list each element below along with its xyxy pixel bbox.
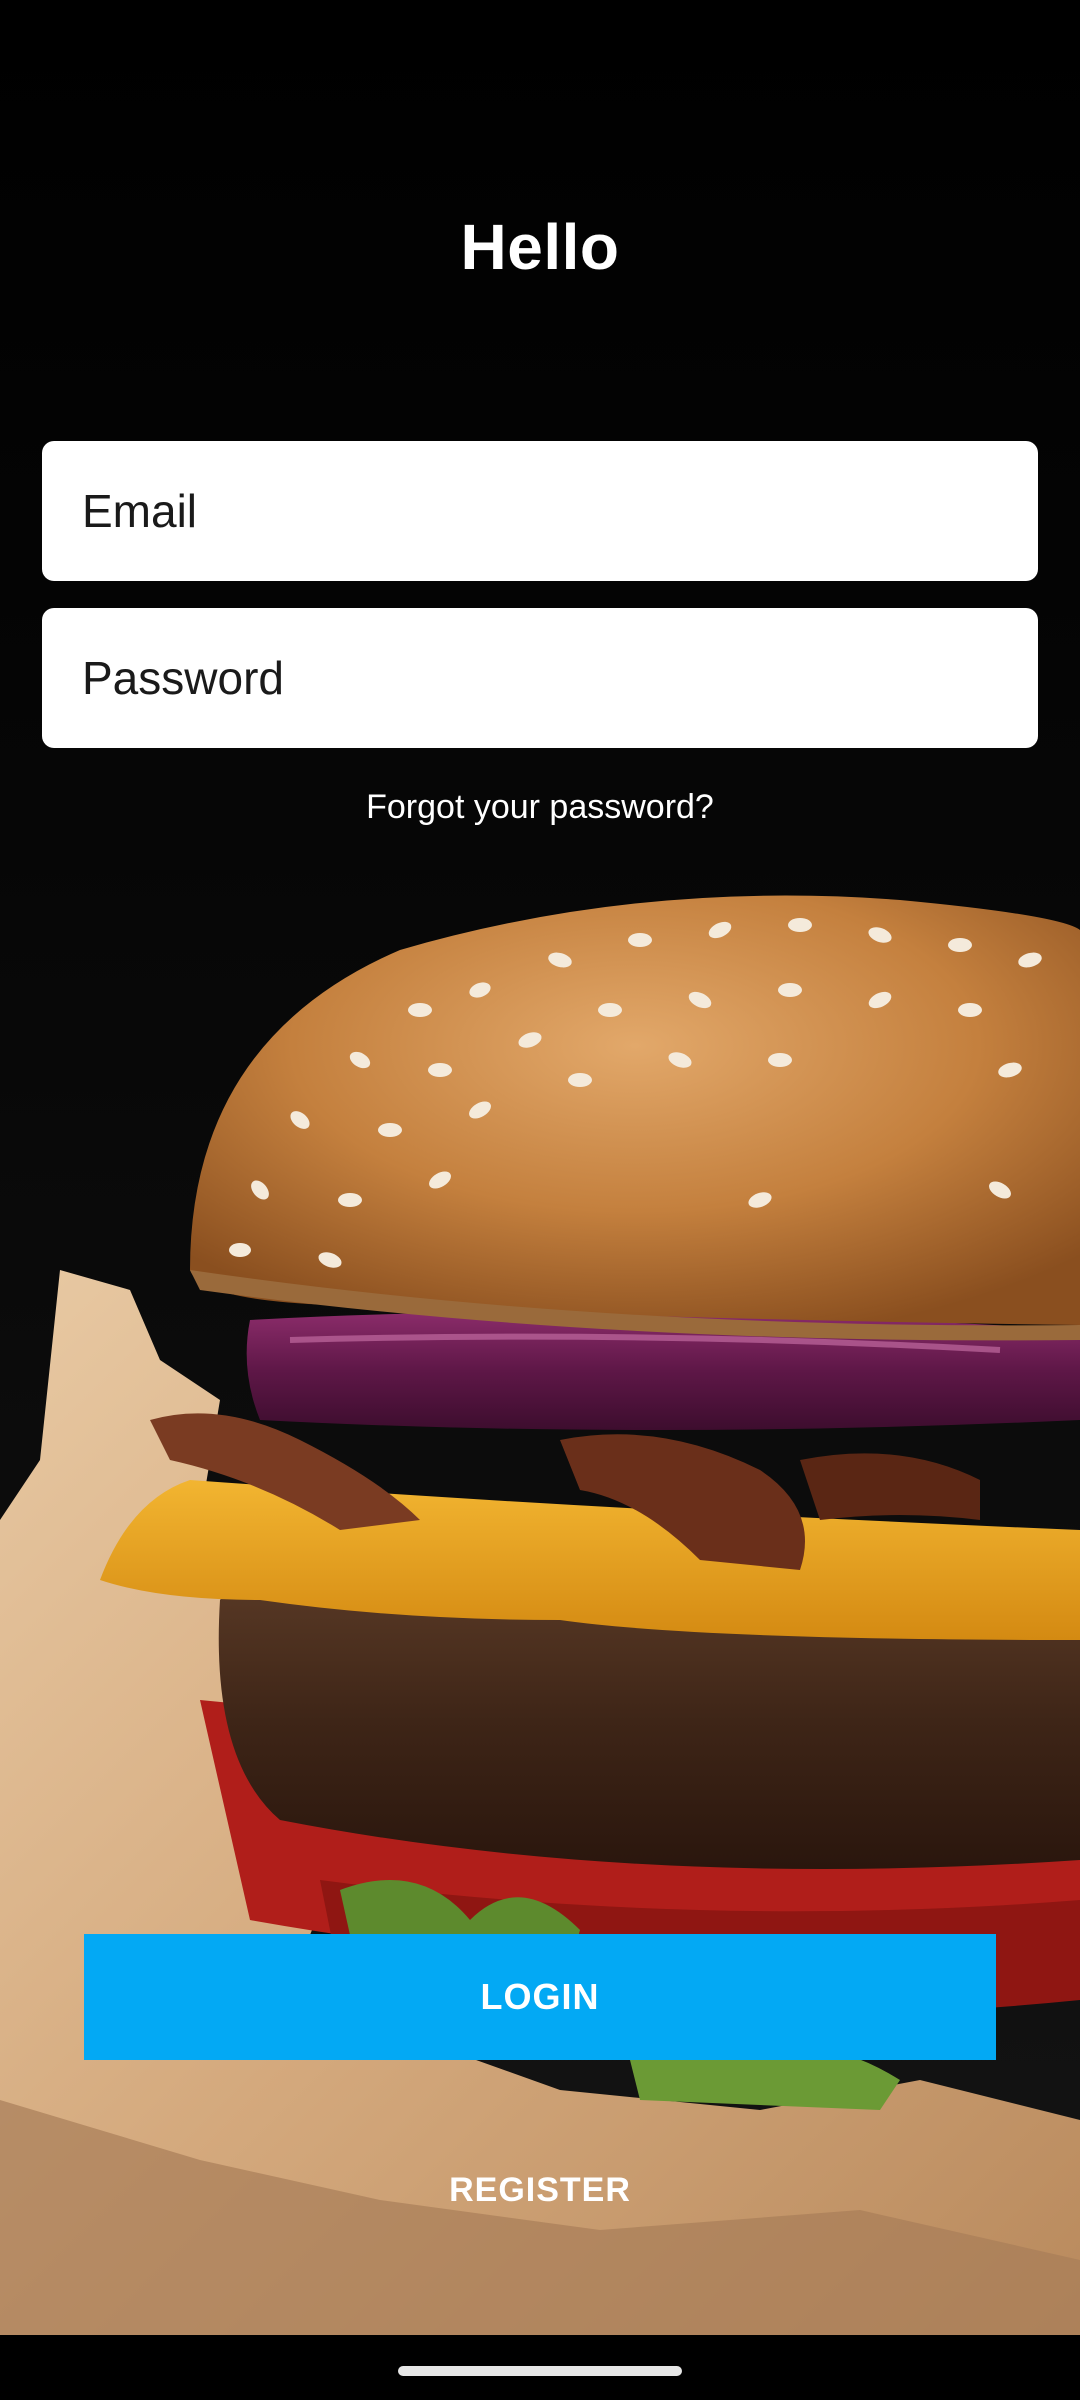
login-screen: Hello Forgot your password? LOGIN REGIST… <box>0 0 1080 2400</box>
page-title: Hello <box>460 211 620 283</box>
password-field[interactable] <box>42 608 1038 748</box>
login-button[interactable]: LOGIN <box>84 1934 996 2060</box>
register-button[interactable]: REGISTER <box>340 2150 740 2230</box>
email-field[interactable] <box>42 441 1038 581</box>
home-indicator[interactable] <box>398 2366 682 2376</box>
forgot-password-link[interactable]: Forgot your password? <box>0 788 1080 827</box>
